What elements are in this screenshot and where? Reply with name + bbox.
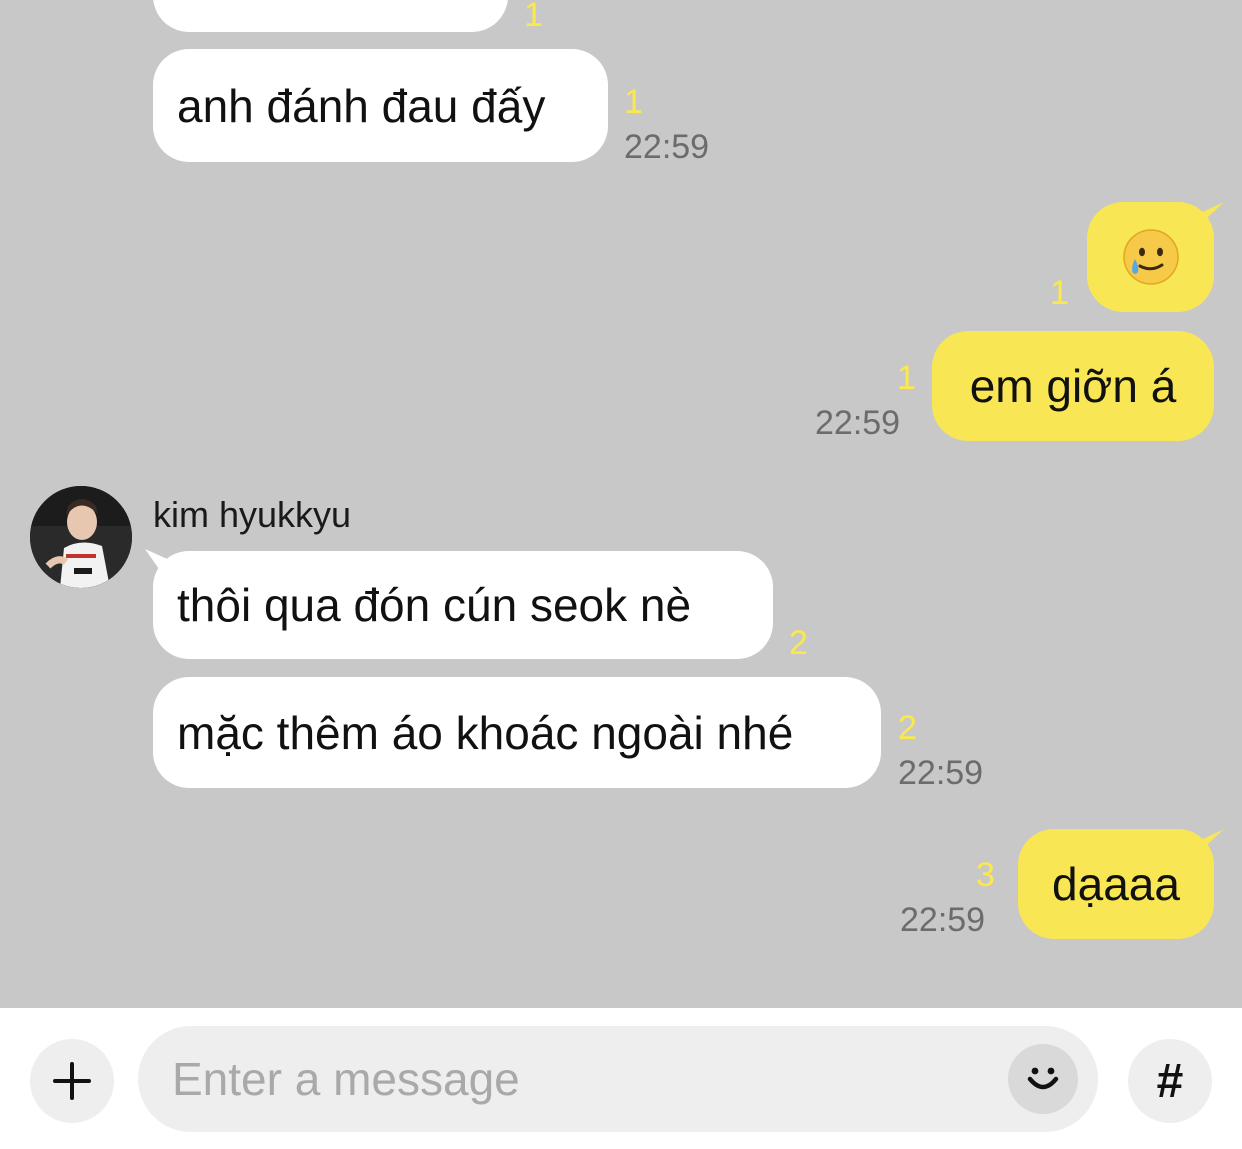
message-time: 22:59 (624, 128, 710, 166)
sender-name: kim hyukkyu (153, 494, 352, 535)
message-time: 22:59 (900, 901, 986, 939)
message-bubble[interactable]: dạaaa (1018, 829, 1214, 939)
message-text: mặc thêm áo khoác ngoài nhé (177, 706, 794, 759)
message-text: dạaaa (1052, 858, 1180, 910)
message-text: thôi qua đón cún seok nè (177, 579, 692, 631)
message-time: 22:59 (898, 754, 984, 792)
message-bubble-emoji[interactable] (1087, 202, 1214, 312)
plus-icon (53, 1062, 91, 1100)
chat-area[interactable]: 1 anh đánh đau đấy 1 22:59 1 em giỡn á 1… (0, 0, 1242, 1008)
message-time: 22:59 (815, 404, 901, 442)
avatar[interactable] (30, 486, 132, 588)
message-input[interactable]: Enter a message (138, 1026, 1098, 1132)
smiling-face-with-tear-icon (1122, 229, 1179, 285)
unread-count: 3 (976, 856, 995, 894)
unread-count: 1 (524, 0, 543, 34)
message-bubble[interactable]: thôi qua đón cún seok nè (153, 551, 773, 659)
message-bubble[interactable]: anh đánh đau đấy (153, 49, 608, 162)
unread-count: 1 (1050, 274, 1069, 312)
hashtag-label: # (1156, 1054, 1184, 1108)
hashtag-button[interactable]: # (1128, 1039, 1212, 1123)
unread-count: 1 (897, 359, 916, 397)
message-text: em giỡn á (969, 360, 1177, 412)
profile-photo (30, 486, 132, 588)
message-bubble[interactable]: mặc thêm áo khoác ngoài nhé (153, 677, 881, 788)
unread-count: 2 (789, 624, 808, 662)
message-input-placeholder: Enter a message (172, 1053, 520, 1105)
message-text: anh đánh đau đấy (177, 79, 546, 132)
message-bubble-partial[interactable] (153, 0, 508, 32)
unread-count: 1 (624, 83, 643, 121)
smiley-icon (1027, 1067, 1059, 1090)
unread-count: 2 (898, 709, 917, 747)
attach-button[interactable] (30, 1039, 114, 1123)
message-bubble[interactable]: em giỡn á (932, 331, 1214, 441)
emoji-button[interactable] (1008, 1044, 1078, 1114)
